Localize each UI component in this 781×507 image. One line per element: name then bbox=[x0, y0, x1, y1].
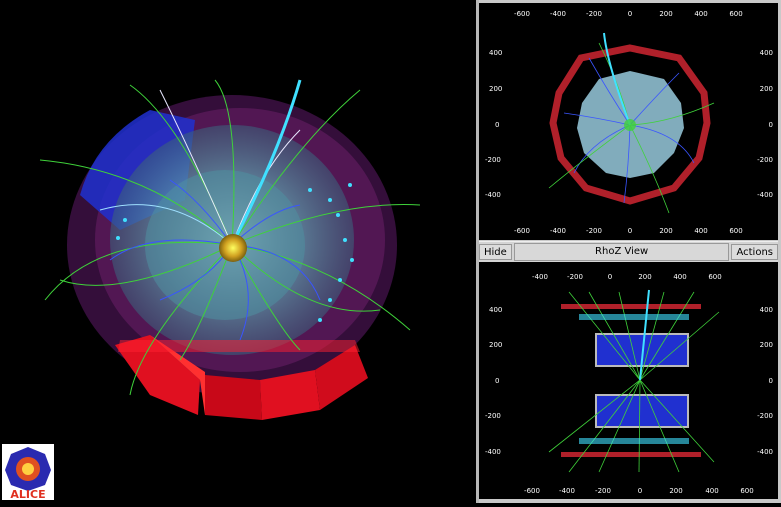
rphi-view[interactable]: -600 -400 -200 0 200 400 600 -600 -400 -… bbox=[479, 3, 778, 240]
tick-label: -200 bbox=[586, 227, 602, 235]
tick-label: 400 bbox=[489, 306, 502, 314]
lower-calorimeter-strip bbox=[561, 452, 701, 457]
tick-label: -400 bbox=[485, 191, 501, 199]
rhoz-y-axis-left: 400 200 0 -200 -400 bbox=[485, 306, 502, 456]
lower-tpc-half bbox=[595, 394, 689, 428]
tick-label: 200 bbox=[489, 85, 502, 93]
rhoz-x-axis-top: -400 -200 0 200 400 600 bbox=[532, 273, 722, 281]
tick-label: -400 bbox=[532, 273, 548, 281]
tick-label: 600 bbox=[708, 273, 721, 281]
tick-label: 200 bbox=[489, 341, 502, 349]
tick-label: 200 bbox=[659, 227, 672, 235]
tick-label: 400 bbox=[760, 49, 773, 57]
tick-label: -200 bbox=[485, 156, 501, 164]
tick-label: 0 bbox=[495, 121, 499, 129]
rhoz-view-toolbar: Hide RhoZ View Actions bbox=[479, 241, 778, 263]
tick-label: -600 bbox=[514, 10, 530, 18]
tick-label: 400 bbox=[694, 10, 707, 18]
rphi-x-axis-bottom: -600 -400 -200 0 200 400 600 bbox=[514, 227, 743, 235]
tick-label: 400 bbox=[489, 49, 502, 57]
tick-label: 400 bbox=[705, 487, 718, 495]
tick-label: 200 bbox=[638, 273, 651, 281]
tick-label: -400 bbox=[559, 487, 575, 495]
tick-label: -200 bbox=[485, 412, 501, 420]
tick-label: 0 bbox=[628, 227, 632, 235]
projection-views: -600 -400 -200 0 200 400 600 -600 -400 -… bbox=[479, 0, 781, 503]
tick-label: 0 bbox=[495, 377, 499, 385]
tick-label: 0 bbox=[608, 273, 612, 281]
tick-label: 200 bbox=[760, 341, 773, 349]
tick-label: -200 bbox=[757, 156, 773, 164]
tick-label: 200 bbox=[659, 10, 672, 18]
tick-label: -200 bbox=[757, 412, 773, 420]
tick-label: -200 bbox=[567, 273, 583, 281]
tick-label: 200 bbox=[669, 487, 682, 495]
tick-label: -400 bbox=[550, 10, 566, 18]
tick-label: -400 bbox=[757, 448, 773, 456]
rphi-vertex bbox=[624, 119, 636, 131]
event-display-3d-view[interactable]: ALICE bbox=[0, 0, 476, 503]
tick-label: -600 bbox=[524, 487, 540, 495]
alice-logo: ALICE bbox=[2, 444, 54, 501]
event-3d-canvas[interactable] bbox=[0, 0, 476, 503]
tick-label: -400 bbox=[757, 191, 773, 199]
primary-vertex bbox=[219, 234, 247, 262]
rhoz-y-axis-right: 400 200 0 -200 -400 bbox=[757, 306, 773, 456]
tick-label: -200 bbox=[586, 10, 602, 18]
tick-label: 600 bbox=[740, 487, 753, 495]
tick-label: 600 bbox=[729, 10, 742, 18]
logo-text: ALICE bbox=[10, 488, 45, 500]
tick-label: 0 bbox=[628, 10, 632, 18]
rhoz-x-axis-bottom: -600 -400 -200 0 200 400 600 bbox=[524, 487, 754, 495]
tick-label: -400 bbox=[485, 448, 501, 456]
tick-label: -600 bbox=[514, 227, 530, 235]
tick-label: -200 bbox=[595, 487, 611, 495]
rhoz-view[interactable]: -400 -200 0 200 400 600 -600 -400 -200 0… bbox=[479, 262, 778, 499]
tick-label: 400 bbox=[760, 306, 773, 314]
tick-label: 400 bbox=[694, 227, 707, 235]
tick-label: 0 bbox=[638, 487, 642, 495]
tick-label: 0 bbox=[769, 377, 773, 385]
rphi-y-axis-right: 400 200 0 -200 -400 bbox=[757, 49, 773, 199]
rphi-y-axis-left: 400 200 0 -200 -400 bbox=[485, 49, 502, 199]
actions-button[interactable]: Actions bbox=[731, 244, 778, 260]
hide-button[interactable]: Hide bbox=[479, 244, 512, 260]
rhoz-view-title: RhoZ View bbox=[513, 243, 730, 261]
tick-label: 400 bbox=[673, 273, 686, 281]
rphi-x-axis-top: -600 -400 -200 0 200 400 600 bbox=[514, 10, 743, 18]
tick-label: 0 bbox=[769, 121, 773, 129]
tick-label: 200 bbox=[760, 85, 773, 93]
tick-label: 600 bbox=[729, 227, 742, 235]
tick-label: -400 bbox=[550, 227, 566, 235]
